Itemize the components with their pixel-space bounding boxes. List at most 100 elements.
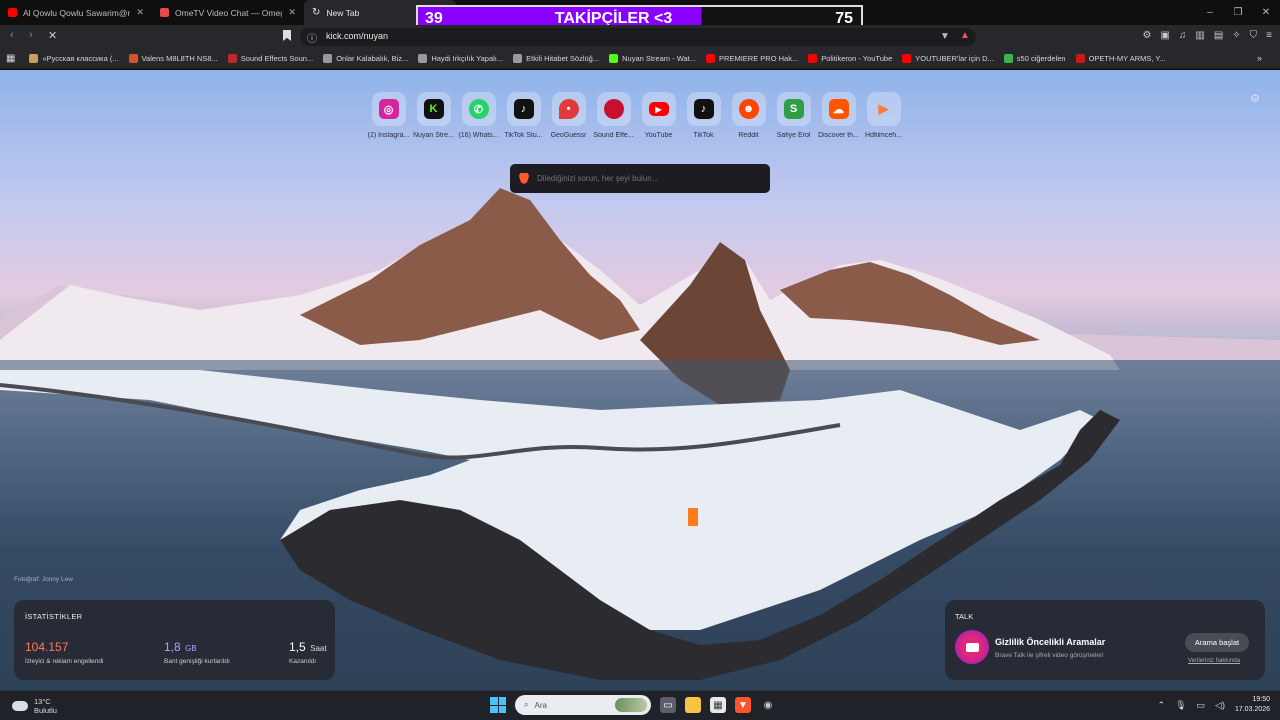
stat-desc: Bant genişliği kurtarıldı xyxy=(164,658,230,665)
apps-grid-icon[interactable]: ▦ xyxy=(6,53,15,64)
close-window-icon[interactable]: ✕ xyxy=(1252,0,1280,25)
microphone-icon[interactable]: 🎙︎ xyxy=(1175,700,1186,711)
restore-icon[interactable]: ❐ xyxy=(1224,0,1252,25)
tiktok-icon: ♪ xyxy=(513,99,534,119)
obs-icon[interactable]: ◉ xyxy=(760,697,776,713)
bookmark-icon[interactable] xyxy=(283,30,291,41)
stat-unit: Saat xyxy=(310,644,327,653)
task-view-icon[interactable]: ▭ xyxy=(660,697,676,713)
wallet-icon[interactable]: ▤ xyxy=(1214,30,1223,41)
stat-value: 104.157 xyxy=(25,640,69,654)
shortcut-soundcloud[interactable]: ☁ Discover th... xyxy=(818,92,859,139)
bookmark-favicon-icon xyxy=(1003,54,1013,63)
cloud-icon xyxy=(12,701,28,711)
windows-start-icon[interactable] xyxy=(490,697,506,713)
address-bar[interactable]: ⓘ kick.com/nuyan ▼ ▲ xyxy=(300,28,976,46)
extensions-icon[interactable]: ⚙ xyxy=(1142,30,1151,41)
bookmark-item[interactable]: Sound Effects Soun... xyxy=(227,54,313,63)
shortcut-youtube[interactable]: ▶ YouTube xyxy=(640,92,677,139)
start-call-button[interactable]: Arama başlat xyxy=(1185,633,1249,652)
close-tab-icon[interactable]: ✕ xyxy=(136,7,144,18)
close-tab-icon[interactable]: ✕ xyxy=(288,7,296,18)
chevron-up-icon[interactable]: ⌃ xyxy=(1158,700,1166,711)
bookmark-item[interactable]: Etkili Hitabet Sözlüğ... xyxy=(513,54,599,63)
bookmark-favicon-icon xyxy=(706,54,716,63)
brave-browser-icon[interactable]: ▼ xyxy=(735,697,751,713)
microsoft-store-icon[interactable]: ▦ xyxy=(710,697,726,713)
red-circle-icon xyxy=(603,99,624,119)
bookmark-item[interactable]: Politikeron - YouTube xyxy=(808,54,892,63)
screenshot-icon[interactable]: ▣ xyxy=(1160,30,1169,41)
search-input[interactable] xyxy=(537,174,770,183)
site-info-icon[interactable]: ⓘ xyxy=(307,30,317,45)
leo-ai-icon[interactable]: ✧ xyxy=(1232,30,1240,41)
shortcut-sound-effects[interactable]: Sound Effe... xyxy=(593,92,634,139)
tab-ometv[interactable]: OmeTV Video Chat — Omegle R... ✕ xyxy=(152,0,304,25)
brave-rewards-icon[interactable]: ▲ xyxy=(960,30,970,41)
window-controls: – ❐ ✕ xyxy=(1196,0,1280,25)
bookmark-item[interactable]: Onlar Kalabalık, Biz... xyxy=(323,54,408,63)
bookmark-item[interactable]: YOUTUBER'lar için D... xyxy=(902,54,994,63)
shortcut-tiktok[interactable]: ♪ TikTok xyxy=(685,92,722,139)
shortcut-geoguessr[interactable]: • GeoGuessr xyxy=(550,92,587,139)
shortcut-safiye-erol[interactable]: S Safiye Erol xyxy=(775,92,812,139)
stop-loading-icon[interactable]: ✕ xyxy=(48,29,57,42)
settings-gear-icon[interactable]: ⚙ xyxy=(1250,92,1260,105)
brave-talk-widget: TALK Gizlilik Öncelikli Aramalar Brave T… xyxy=(945,600,1265,680)
media-icon[interactable]: ♫ xyxy=(1179,30,1187,41)
ometv-favicon-icon xyxy=(160,8,169,17)
bookmark-label: Haydi Irkçılık Yapalı... xyxy=(431,54,504,63)
minimize-icon[interactable]: – xyxy=(1196,0,1224,25)
mountain-landscape xyxy=(0,188,1280,690)
tab-youtube[interactable]: Al Qowlu Qowlu Sawarim@nasna... ✕ xyxy=(0,0,152,25)
stats-widget: İSTATİSTİKLER 104.157 İzleyici & reklam … xyxy=(14,600,335,680)
bookmark-favicon-icon xyxy=(609,54,619,63)
bookmark-item[interactable]: «Русская классика (... xyxy=(29,54,119,63)
taskbar-search[interactable]: ⌕ Ara xyxy=(515,695,651,715)
shortcut-instagram[interactable]: ◎ (2) Instagra... xyxy=(368,92,409,139)
talk-subtitle: Brave Talk ile şifreli video görüşmeleri xyxy=(995,652,1104,659)
bookmark-item[interactable]: PREMIERE PRO Hak... xyxy=(706,54,798,63)
bookmark-item[interactable]: Nuyan Stream - Wat... xyxy=(609,54,696,63)
privacy-link[interactable]: Verileriniz hakkında xyxy=(1188,658,1240,664)
bookmark-item[interactable]: s50 ciğerdelen xyxy=(1003,54,1066,63)
loading-spinner-icon: ↻ xyxy=(312,7,321,18)
youtube-favicon-icon xyxy=(8,8,17,17)
search-box[interactable] xyxy=(510,164,770,193)
sidebar-icon[interactable]: ▥ xyxy=(1195,30,1204,41)
background-photo: Fotoğraf: Jonny Lew ⚙ xyxy=(0,70,1280,690)
chevron-right-icon[interactable]: » xyxy=(1257,53,1262,63)
forward-icon[interactable]: › xyxy=(29,29,33,41)
address-url[interactable]: kick.com/nuyan xyxy=(326,31,388,41)
shortcut-hdfilmcehennemi[interactable]: ▶ Hdfilmceh... xyxy=(865,92,902,139)
search-highlight-image xyxy=(615,698,647,712)
taskbar-search-label: Ara xyxy=(534,700,547,710)
shortcut-kick[interactable]: K Nuyan Stre... xyxy=(413,92,454,139)
bookmark-item[interactable]: Haydi Irkçılık Yapalı... xyxy=(418,54,503,63)
file-explorer-icon[interactable] xyxy=(685,697,701,713)
search-icon: ⌕ xyxy=(524,700,529,709)
back-icon[interactable]: ‹ xyxy=(10,29,14,41)
photo-credit[interactable]: Fotoğraf: Jonny Lew xyxy=(14,576,73,583)
kick-icon: K xyxy=(423,99,444,119)
bookmark-item[interactable]: Valens M8L8TH NS8... xyxy=(128,54,218,63)
volume-icon[interactable]: ◁) xyxy=(1215,700,1225,711)
network-icon[interactable]: ▭ xyxy=(1197,700,1206,711)
brave-shields-icon[interactable]: ▼ xyxy=(940,31,950,42)
whatsapp-icon: ✆ xyxy=(468,99,489,119)
shortcut-reddit[interactable]: ☻ Reddit xyxy=(730,92,767,139)
bookmark-item[interactable]: OPETH-MY ARMS, Y... xyxy=(1075,54,1166,63)
vpn-icon[interactable]: ⛉ xyxy=(1250,30,1258,41)
bookmark-label: Nuyan Stream - Wat... xyxy=(622,54,697,63)
shortcut-whatsapp[interactable]: ✆ (16) Whats... xyxy=(458,92,499,139)
menu-icon[interactable]: ≡ xyxy=(1266,30,1272,41)
weather-widget[interactable]: 13°C Bulutlu xyxy=(12,697,57,715)
navigation-bar: ‹ › ✕ ⓘ kick.com/nuyan ▼ ▲ ⚙ ▣ ♫ ▥ ▤ ✧ ⛉… xyxy=(0,25,1280,49)
shortcut-label: YouTube xyxy=(644,132,673,139)
stat-trackers: 104.157 İzleyici & reklam engellendi xyxy=(25,638,103,665)
clock[interactable]: 19:50 17.03.2026 xyxy=(1235,695,1270,715)
shortcut-tiktok-studio[interactable]: ♪ TikTok Stu... xyxy=(504,92,543,139)
reddit-icon: ☻ xyxy=(738,99,759,119)
brave-lion-icon xyxy=(519,173,529,184)
date: 17.03.2026 xyxy=(1234,706,1270,713)
